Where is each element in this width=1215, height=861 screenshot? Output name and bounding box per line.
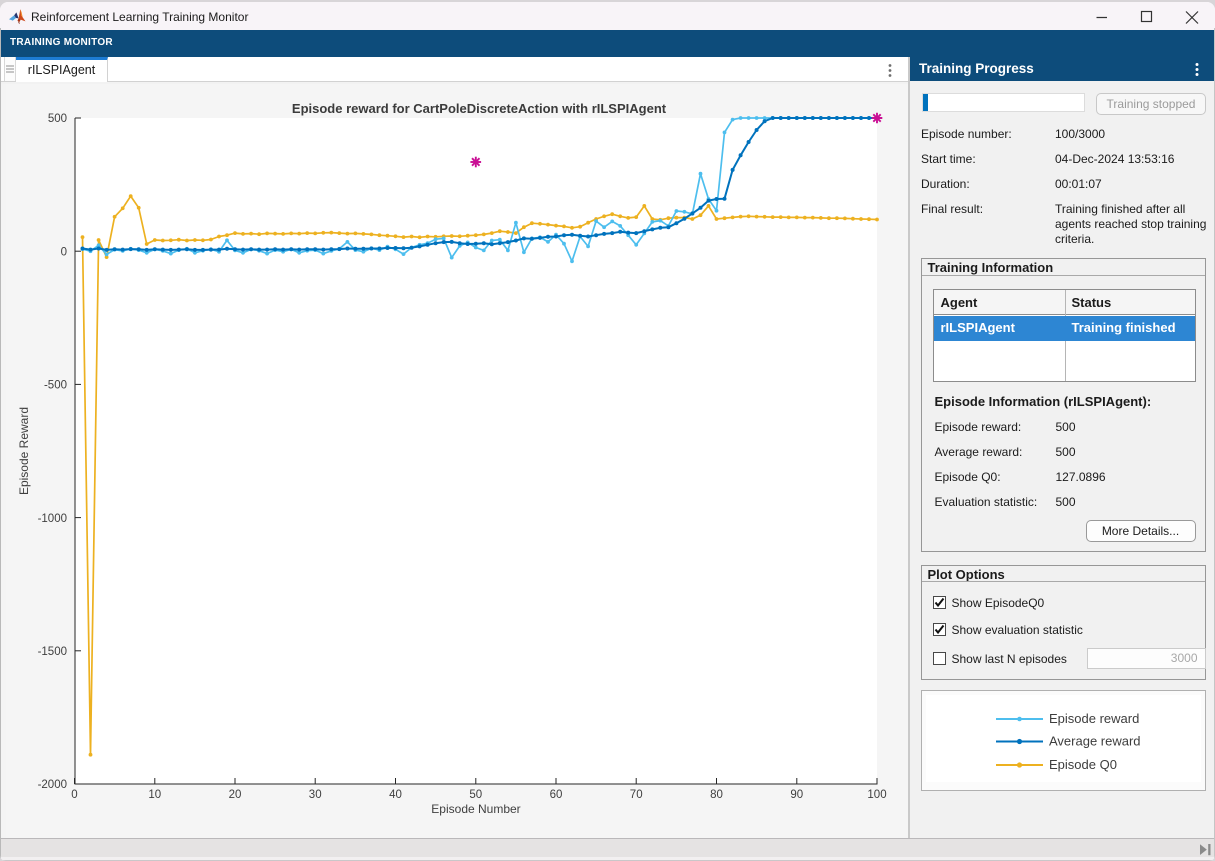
svg-text:0: 0 — [61, 246, 67, 258]
svg-text:40: 40 — [389, 789, 402, 801]
svg-text:-500: -500 — [44, 380, 67, 392]
svg-text:Episode Q0: Episode Q0 — [1049, 757, 1117, 772]
svg-text:-2000: -2000 — [38, 779, 67, 791]
svg-text:Episode Reward: Episode Reward — [17, 407, 31, 495]
svg-text:80: 80 — [710, 789, 723, 801]
svg-text:30: 30 — [309, 789, 322, 801]
svg-text:50: 50 — [469, 789, 482, 801]
svg-text:70: 70 — [630, 789, 643, 801]
svg-text:100: 100 — [867, 789, 886, 801]
svg-text:10: 10 — [148, 789, 161, 801]
svg-text:Episode reward: Episode reward — [1049, 711, 1139, 726]
svg-text:0: 0 — [71, 789, 77, 801]
svg-text:20: 20 — [229, 789, 242, 801]
svg-text:-1500: -1500 — [38, 646, 67, 658]
svg-text:500: 500 — [48, 113, 67, 125]
svg-text:Episode Number: Episode Number — [431, 802, 520, 816]
svg-text:Episode reward for CartPoleDis: Episode reward for CartPoleDiscreteActio… — [292, 101, 667, 116]
svg-text:90: 90 — [790, 789, 803, 801]
svg-text:Average reward: Average reward — [1049, 734, 1141, 749]
svg-text:60: 60 — [550, 789, 563, 801]
svg-text:-1000: -1000 — [38, 513, 67, 525]
